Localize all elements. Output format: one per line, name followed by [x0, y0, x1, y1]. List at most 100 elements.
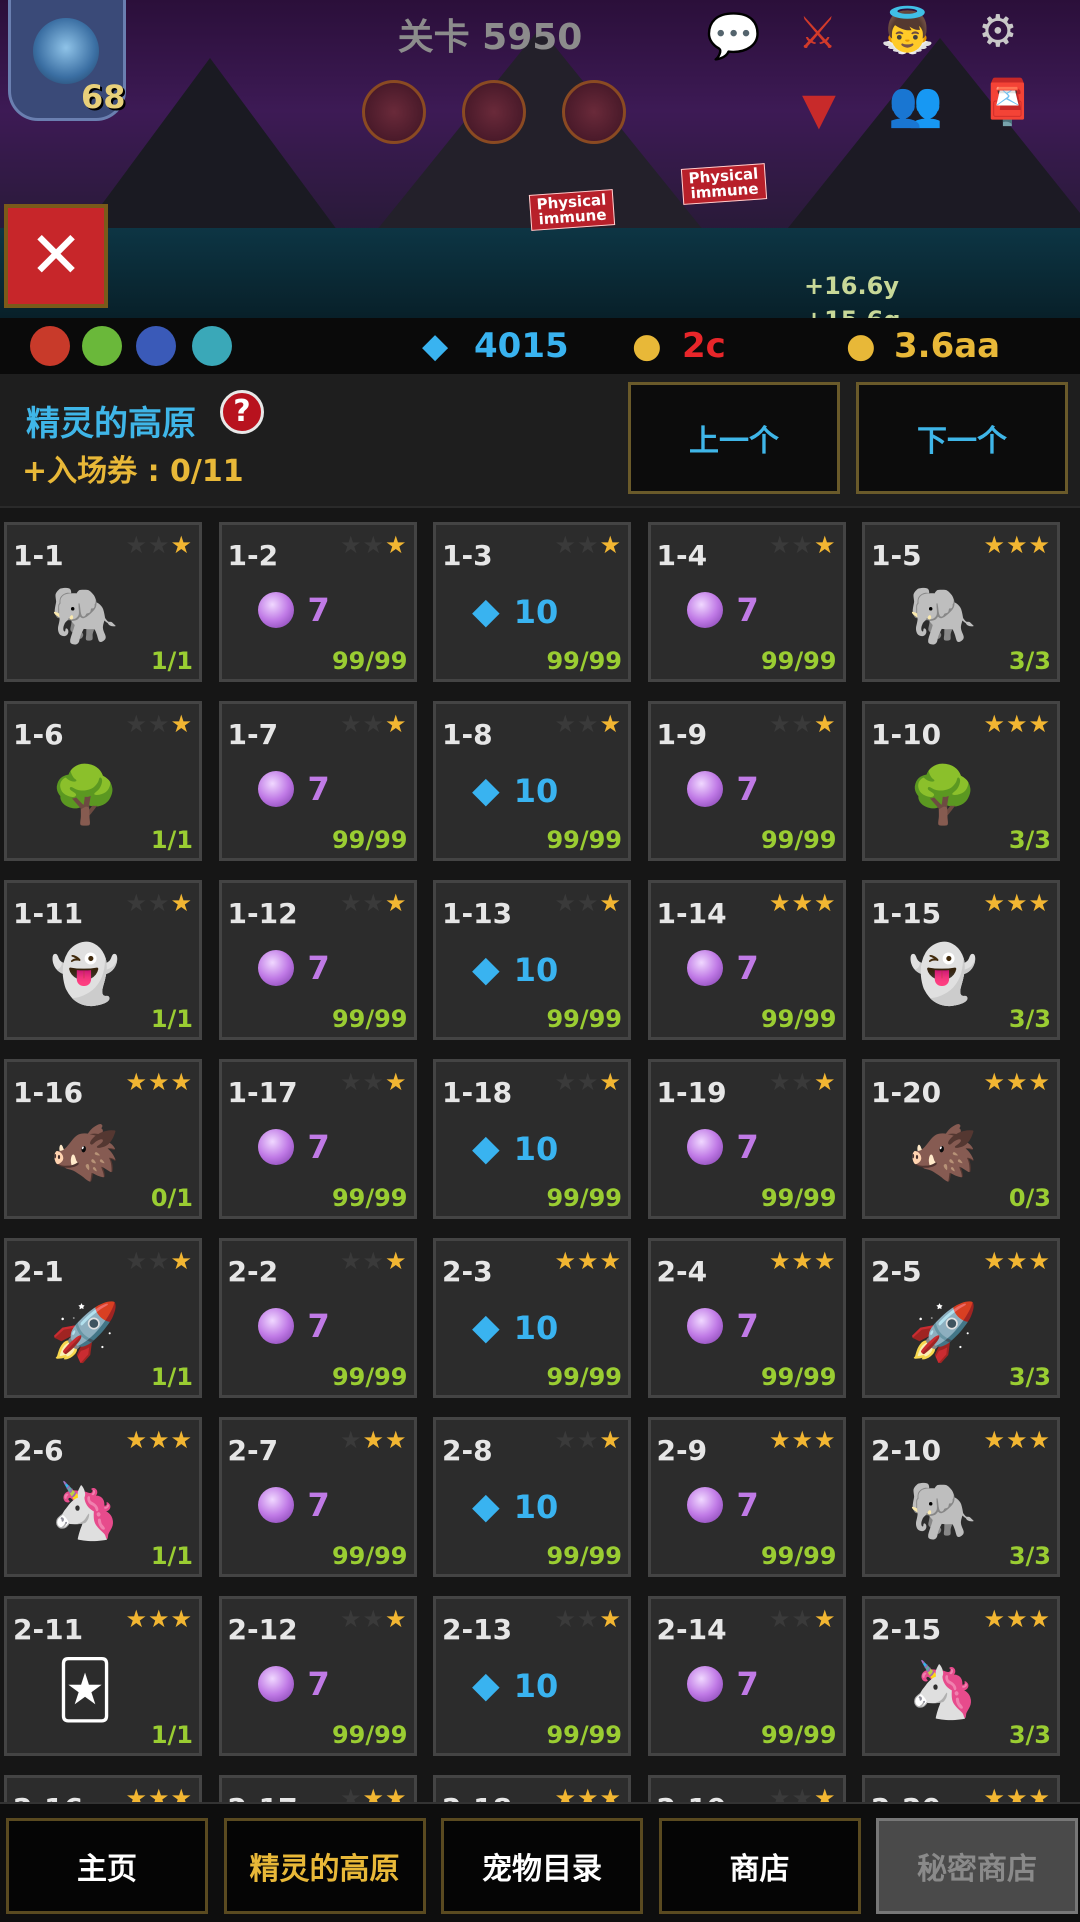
stage-cell[interactable]: 2-20 ★★★: [862, 1775, 1060, 1802]
stage-cell[interactable]: 2-13 ★★★ ◆ 10 99/99: [433, 1596, 631, 1756]
stage-cell[interactable]: 2-1 ★★★ 🚀 1/1: [4, 1238, 202, 1398]
star-rating-icon: ★★★: [339, 1426, 408, 1454]
stage-cell[interactable]: 2-15 ★★★ 🦄 3/3: [862, 1596, 1060, 1756]
boar-icon: 🐗: [50, 1121, 120, 1186]
reward: 7: [686, 1486, 759, 1524]
reward: 7: [686, 1665, 759, 1703]
clear-count: 99/99: [760, 1005, 837, 1033]
skill-slot-icon[interactable]: [362, 80, 426, 144]
orb-icon: [686, 1666, 723, 1702]
star-rating-icon: ★★★: [768, 1426, 837, 1454]
stage-label: 1-14: [656, 897, 727, 930]
stage-cell[interactable]: 1-12 ★★★ 7 99/99: [218, 880, 417, 1040]
previous-button[interactable]: 上一个: [628, 382, 840, 494]
stage-cell[interactable]: 1-5 ★★★ 🐘 3/3: [862, 522, 1060, 682]
reward-amount: 7: [736, 949, 759, 987]
crossed-banner-icon[interactable]: ⚔: [798, 8, 837, 59]
clear-count: 3/3: [1008, 826, 1051, 854]
hero-avatar-icon[interactable]: [30, 326, 70, 366]
tab-elf-plateau[interactable]: 精灵的高原: [223, 1818, 426, 1914]
star-rating-icon: ★★★: [768, 1784, 837, 1802]
stage-cell[interactable]: 2-18 ★★★: [433, 1775, 631, 1802]
boss-face-icon: [33, 18, 99, 84]
stage-cell[interactable]: 2-8 ★★★ ◆ 10 99/99: [433, 1417, 631, 1577]
stage-cell[interactable]: 1-19 ★★★ 7 99/99: [647, 1059, 846, 1219]
red-triangle-icon[interactable]: ▼: [802, 84, 836, 135]
star-rating-icon: ★★★: [554, 1605, 622, 1633]
heal-popup: +16.6y: [804, 272, 899, 300]
stage-cell[interactable]: 1-3 ★★★ ◆ 10 99/99: [433, 522, 631, 682]
orb-icon: [686, 1308, 723, 1344]
stage-cell[interactable]: 2-11 ★★★ 🃏 1/1: [4, 1596, 202, 1756]
stage-cell[interactable]: 1-11 ★★★ 👻 1/1: [4, 880, 202, 1040]
gem-icon: ◆: [422, 326, 449, 366]
tab-shop[interactable]: 商店: [658, 1818, 861, 1914]
gear-icon[interactable]: ⚙: [978, 6, 1017, 57]
stage-label: 1-8: [442, 718, 493, 751]
stage-cell[interactable]: 1-8 ★★★ ◆ 10 99/99: [433, 701, 631, 861]
skill-slot-icon[interactable]: [562, 80, 626, 144]
reward-amount: 10: [513, 1308, 559, 1347]
stage-cell[interactable]: 2-6 ★★★ 🦄 1/1: [4, 1417, 202, 1577]
stage-cell[interactable]: 1-13 ★★★ ◆ 10 99/99: [433, 880, 631, 1040]
tab-pet-catalog[interactable]: 宠物目录: [441, 1818, 643, 1914]
stage-cell[interactable]: 1-20 ★★★ 🐗 0/3: [862, 1059, 1060, 1219]
stage-cell[interactable]: 1-16 ★★★ 🐗 0/1: [4, 1059, 202, 1219]
stage-cell[interactable]: 2-14 ★★★ 7 99/99: [647, 1596, 846, 1756]
stage-cell[interactable]: 2-3 ★★★ ◆ 10 99/99: [433, 1238, 631, 1398]
angel-icon[interactable]: 👼: [880, 4, 935, 56]
stage-cell[interactable]: 1-15 ★★★ 👻 3/3: [862, 880, 1060, 1040]
stage-cell[interactable]: 1-6 ★★★ 🌳 1/1: [4, 701, 202, 861]
tab-secret-shop[interactable]: 秘密商店: [876, 1818, 1078, 1914]
hero-avatar-icon[interactable]: [192, 326, 232, 366]
next-button[interactable]: 下一个: [856, 382, 1068, 494]
stage-cell[interactable]: 2-19 ★★★: [647, 1775, 846, 1802]
help-button[interactable]: ?: [220, 390, 264, 434]
star-rating-icon: ★★★: [125, 1784, 193, 1802]
stage-cell[interactable]: 2-12 ★★★ 7 99/99: [218, 1596, 417, 1756]
stage-label: 1-12: [227, 897, 298, 930]
stage-cell[interactable]: 2-7 ★★★ 7 99/99: [218, 1417, 417, 1577]
stage-cell[interactable]: 1-14 ★★★ 7 99/99: [647, 880, 846, 1040]
gold-coin-icon: ●: [846, 326, 876, 366]
stage-cell[interactable]: 1-9 ★★★ 7 99/99: [647, 701, 846, 861]
mailbox-icon[interactable]: 📮: [980, 76, 1035, 128]
stage-cell[interactable]: 2-5 ★★★ 🚀 3/3: [862, 1238, 1060, 1398]
stage-cell[interactable]: 2-17 ★★★: [218, 1775, 417, 1802]
reward: 7: [686, 1128, 759, 1166]
chat-bubble-icon[interactable]: 💬: [706, 10, 761, 62]
close-button[interactable]: ✕: [4, 204, 108, 308]
friends-icon[interactable]: 👥: [888, 78, 943, 130]
stage-cell[interactable]: 1-17 ★★★ 7 99/99: [218, 1059, 417, 1219]
mummy-icon: 👻: [908, 942, 978, 1007]
stage-cell[interactable]: 2-10 ★★★ 🐘 3/3: [862, 1417, 1060, 1577]
stage-label: 2-12: [227, 1613, 298, 1646]
boss-level: 68: [81, 78, 126, 116]
tab-home[interactable]: 主页: [6, 1818, 208, 1914]
stage-cell[interactable]: 1-1 ★★★ 🐘 1/1: [4, 522, 202, 682]
boss-portrait[interactable]: 68: [8, 0, 126, 121]
star-rating-icon: ★★★: [768, 1247, 837, 1275]
stage-cell[interactable]: 2-9 ★★★ 7 99/99: [647, 1417, 846, 1577]
stage-cell[interactable]: 1-18 ★★★ ◆ 10 99/99: [433, 1059, 631, 1219]
clear-count: 0/1: [150, 1184, 193, 1212]
reward-amount: 7: [307, 770, 330, 808]
stage-label: 1-19: [656, 1076, 727, 1109]
stage-cell[interactable]: 2-2 ★★★ 7 99/99: [218, 1238, 417, 1398]
orb-icon: [257, 771, 294, 807]
stage-cell[interactable]: 1-7 ★★★ 7 99/99: [218, 701, 417, 861]
star-rating-icon: ★★★: [983, 889, 1051, 917]
star-rating-icon: ★★★: [554, 1068, 622, 1096]
stage-cell[interactable]: 1-10 ★★★ 🌳 3/3: [862, 701, 1060, 861]
star-rating-icon: ★★★: [983, 1068, 1051, 1096]
stage-cell[interactable]: 2-4 ★★★ 7 99/99: [647, 1238, 846, 1398]
star-rating-icon: ★★★: [339, 1605, 408, 1633]
hero-avatar-icon[interactable]: [136, 326, 176, 366]
hero-avatar-icon[interactable]: [82, 326, 122, 366]
stage-cell[interactable]: 1-2 ★★★ 7 99/99: [218, 522, 417, 682]
stage-label: 2-13: [442, 1613, 513, 1646]
skill-slot-icon[interactable]: [462, 80, 526, 144]
star-rating-icon: ★★★: [554, 1426, 622, 1454]
stage-cell[interactable]: 2-16 ★★★: [4, 1775, 202, 1802]
stage-cell[interactable]: 1-4 ★★★ 7 99/99: [647, 522, 846, 682]
